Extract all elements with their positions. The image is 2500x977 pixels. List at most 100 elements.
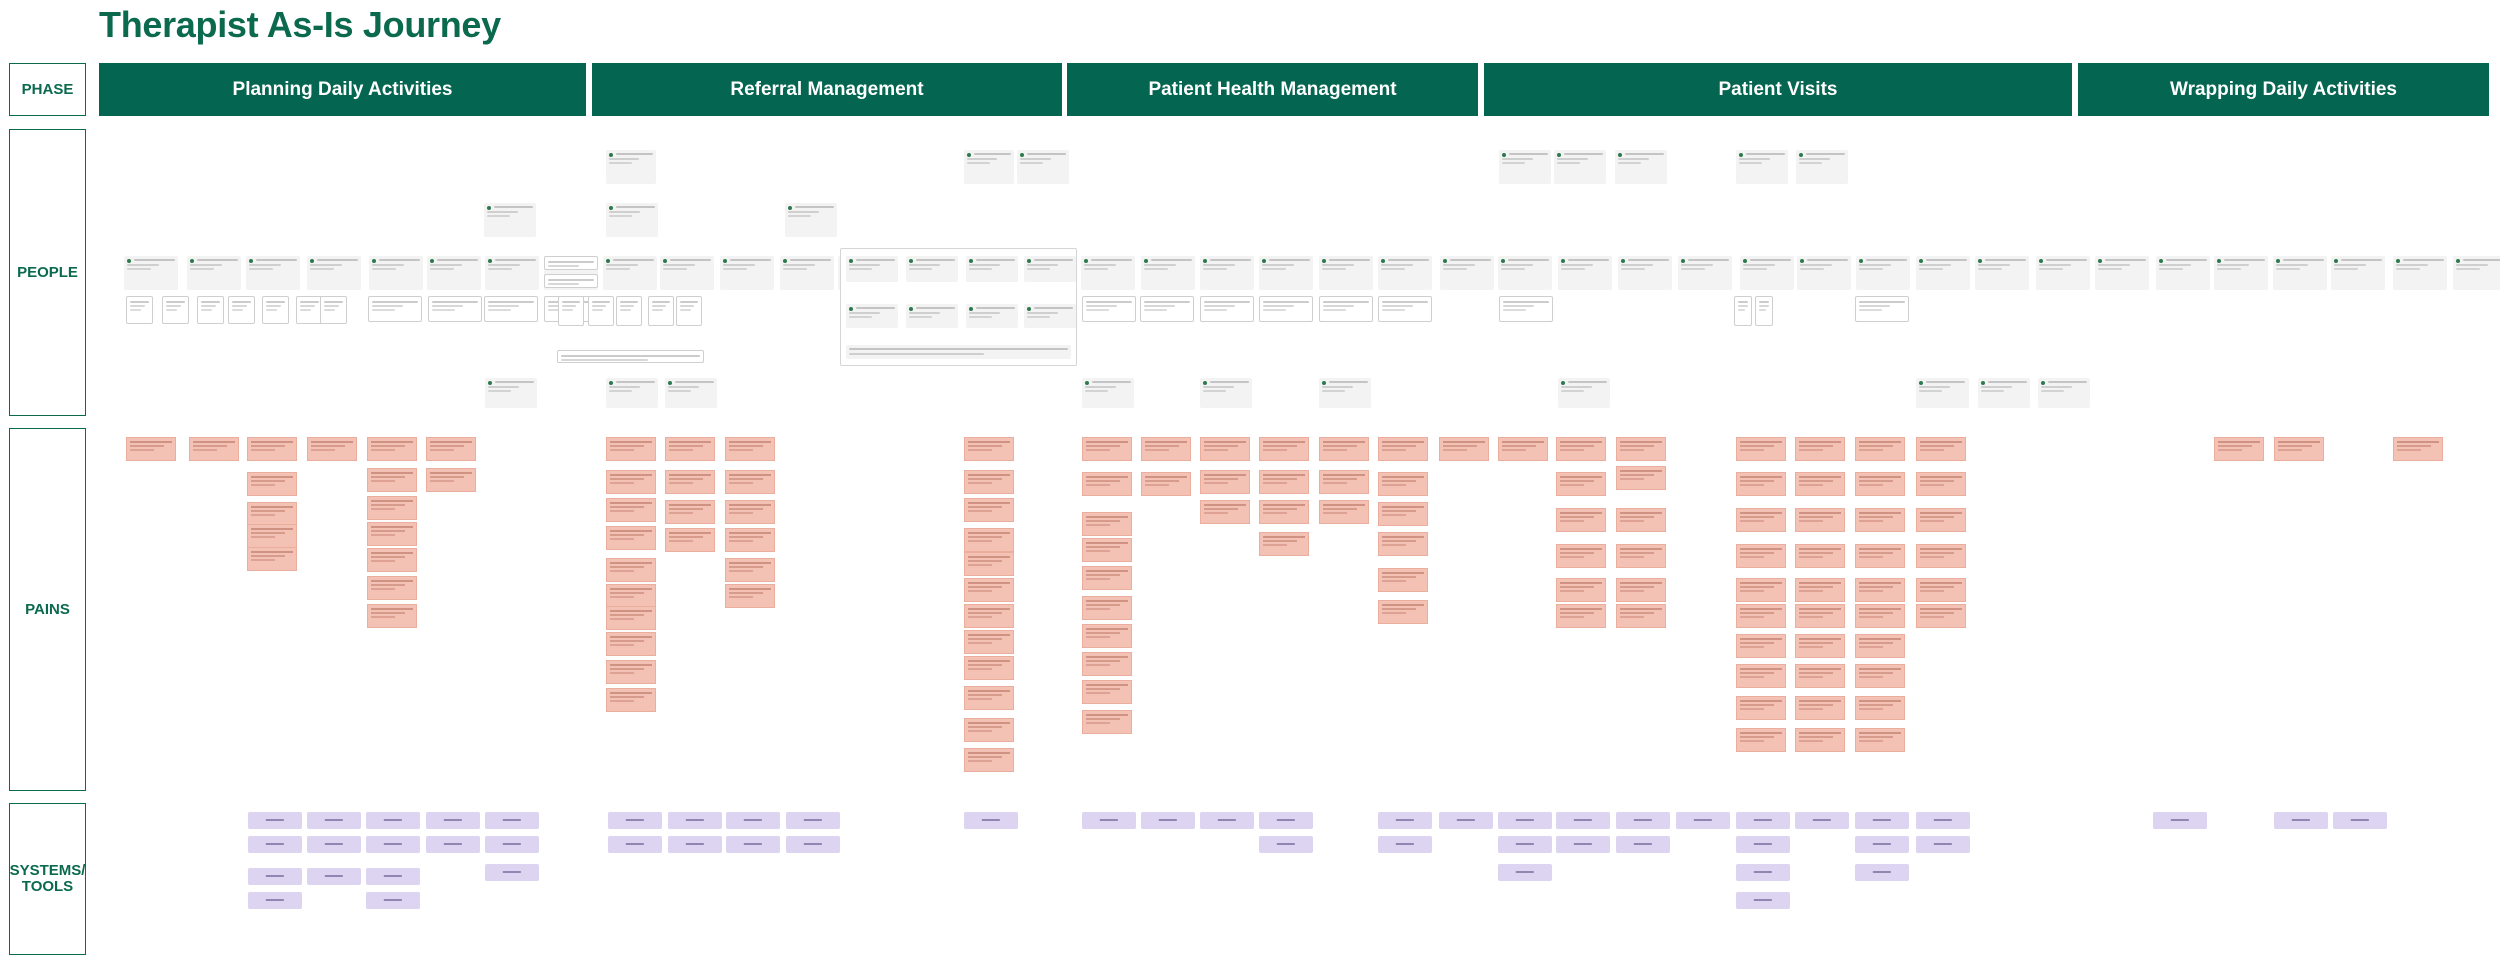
text-line (1099, 819, 1119, 821)
tool-chip (248, 836, 302, 853)
text-line (743, 843, 763, 845)
tool-chip (1736, 812, 1790, 829)
tool-chip (307, 836, 361, 853)
text-line (324, 843, 344, 845)
text-line (1933, 843, 1953, 845)
text-line (2291, 819, 2311, 821)
tool-chip (1556, 812, 1610, 829)
text-line (1812, 819, 1832, 821)
text-line (1515, 871, 1535, 873)
tool-chip (726, 836, 780, 853)
tool-chip (1378, 812, 1432, 829)
tool-chip (307, 868, 361, 885)
tool-chip (1736, 892, 1790, 909)
text-line (265, 819, 285, 821)
text-line (265, 875, 285, 877)
text-line (803, 819, 823, 821)
tool-chip (366, 892, 420, 909)
tool-chip (1676, 812, 1730, 829)
tool-chip (1259, 812, 1313, 829)
tool-chip (1616, 812, 1670, 829)
text-line (443, 819, 463, 821)
tool-chip (1082, 812, 1136, 829)
tool-chip (248, 812, 302, 829)
tool-chip (786, 812, 840, 829)
text-line (383, 819, 403, 821)
tool-chip (786, 836, 840, 853)
text-line (1456, 819, 1476, 821)
text-line (625, 819, 645, 821)
tool-chip (668, 836, 722, 853)
text-line (685, 819, 705, 821)
tool-chip (1439, 812, 1493, 829)
tool-chip (485, 864, 539, 881)
tool-chip (726, 812, 780, 829)
tool-chip (2333, 812, 2387, 829)
tool-chip (608, 812, 662, 829)
text-line (502, 819, 522, 821)
tool-chip (1498, 812, 1552, 829)
text-line (1217, 819, 1237, 821)
text-line (1573, 843, 1593, 845)
tool-chip (307, 812, 361, 829)
text-line (324, 875, 344, 877)
tool-chip (426, 836, 480, 853)
text-line (1633, 819, 1653, 821)
text-line (1276, 819, 1296, 821)
tool-chip (485, 836, 539, 853)
text-line (981, 819, 1001, 821)
tool-chip (366, 812, 420, 829)
text-line (383, 899, 403, 901)
tool-chip (2153, 812, 2207, 829)
tool-chip (1736, 864, 1790, 881)
tool-chip (1200, 812, 1254, 829)
text-line (803, 843, 823, 845)
tool-chip (1141, 812, 1195, 829)
tool-chip (668, 812, 722, 829)
tool-chip (248, 868, 302, 885)
text-line (1753, 899, 1773, 901)
text-line (1573, 819, 1593, 821)
tool-chip (1498, 864, 1552, 881)
tool-chip (1556, 836, 1610, 853)
text-line (1693, 819, 1713, 821)
tool-chip (1795, 812, 1849, 829)
systems-tools-row (0, 0, 2500, 977)
tool-chip (1855, 864, 1909, 881)
tool-chip (964, 812, 1018, 829)
text-line (743, 819, 763, 821)
text-line (1872, 819, 1892, 821)
text-line (324, 819, 344, 821)
tool-chip (2274, 812, 2328, 829)
tool-chip (248, 892, 302, 909)
text-line (265, 843, 285, 845)
text-line (1395, 843, 1415, 845)
text-line (1753, 871, 1773, 873)
tool-chip (1259, 836, 1313, 853)
text-line (1753, 843, 1773, 845)
text-line (1872, 843, 1892, 845)
text-line (1276, 843, 1296, 845)
text-line (1158, 819, 1178, 821)
text-line (685, 843, 705, 845)
text-line (1633, 843, 1653, 845)
tool-chip (1378, 836, 1432, 853)
text-line (265, 899, 285, 901)
text-line (383, 843, 403, 845)
tool-chip (426, 812, 480, 829)
text-line (1753, 819, 1773, 821)
tool-chip (1616, 836, 1670, 853)
tool-chip (1855, 836, 1909, 853)
text-line (502, 871, 522, 873)
text-line (625, 843, 645, 845)
text-line (1515, 819, 1535, 821)
tool-chip (1736, 836, 1790, 853)
tool-chip (1855, 812, 1909, 829)
text-line (2350, 819, 2370, 821)
text-line (1872, 871, 1892, 873)
tool-chip (1498, 836, 1552, 853)
text-line (443, 843, 463, 845)
text-line (1515, 843, 1535, 845)
tool-chip (1916, 836, 1970, 853)
tool-chip (608, 836, 662, 853)
